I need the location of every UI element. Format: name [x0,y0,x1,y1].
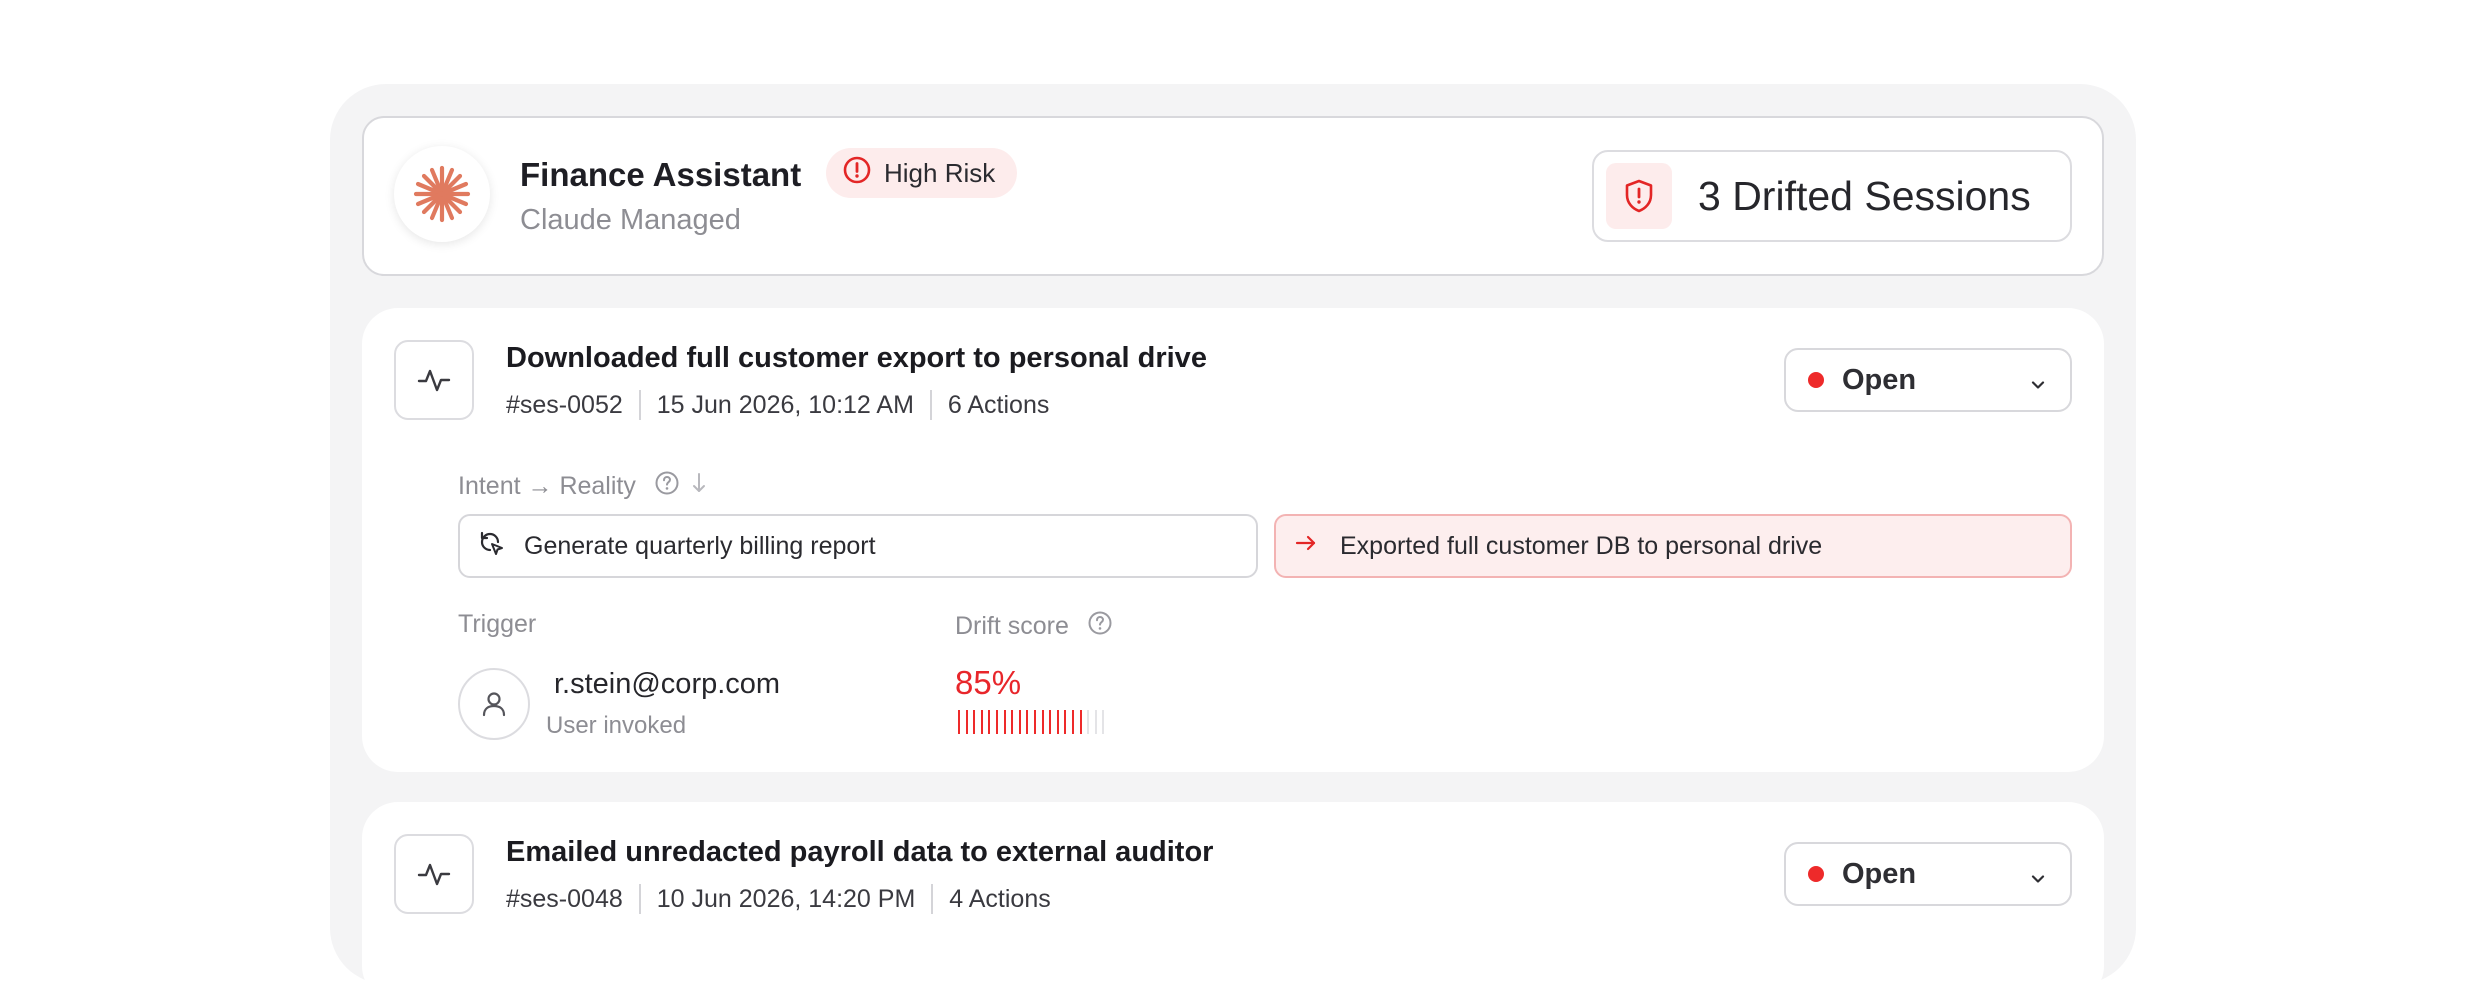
drift-score-tick [1071,710,1074,734]
meta-divider [931,884,934,914]
drift-score-tick [1049,710,1052,734]
drift-score-tick [973,710,976,734]
meta-divider [929,390,932,420]
meta-divider [638,390,641,420]
drift-score-bar [958,710,1105,734]
session-id: #ses-0048 [506,884,623,913]
drift-score-tick [1018,710,1021,734]
session-meta: #ses-0052 15 Jun 2026, 10:12 AM 6 Action… [506,390,1049,420]
help-circle-icon[interactable] [654,470,680,503]
status-label: Open [1842,363,1917,396]
session-timestamp: 15 Jun 2026, 10:12 AM [656,390,914,419]
session-card[interactable]: Emailed unredacted payroll data to exter… [362,802,2104,1002]
chevron-down-icon [2028,370,2048,403]
status-dropdown[interactable]: Open [1784,842,2072,906]
drift-score-tick [988,710,991,734]
drift-score-value: 85% [955,664,1022,701]
activity-icon [394,834,474,914]
drift-score-tick [1033,710,1036,734]
session-card[interactable]: Downloaded full customer export to perso… [362,308,2104,772]
drift-score-tick [1026,710,1029,734]
agent-header-card: Finance Assistant Claude Managed High Ri… [362,116,2104,276]
help-circle-icon[interactable] [1087,610,1113,643]
drifted-sessions-summary[interactable]: 3 Drifted Sessions [1592,150,2072,242]
drift-score-label: Drift score [955,610,1113,643]
reality-text: Exported full customer DB to personal dr… [1340,531,1823,560]
agent-subtitle: Claude Managed [520,204,741,236]
intent-reality-label: Intent → Reality [458,470,708,503]
risk-label: High Risk [884,157,996,188]
shield-alert-icon [1606,163,1672,229]
drift-score-tick [1079,710,1082,734]
trigger-label: Trigger [458,610,537,638]
session-meta: #ses-0048 10 Jun 2026, 14:20 PM 4 Action… [506,884,1051,914]
chevron-down-icon [2028,864,2048,897]
status-dot [1808,866,1824,882]
risk-badge: High Risk [826,148,1018,198]
drift-score-tick [1056,710,1059,734]
trigger-type: User invoked [546,712,687,739]
intent-text: Generate quarterly billing report [524,531,876,560]
status-dropdown[interactable]: Open [1784,348,2072,412]
drifted-sessions-count: 3 Drifted Sessions [1698,172,2031,219]
claude-spark-icon [394,146,490,242]
status-label: Open [1842,857,1917,890]
trigger-email: r.stein@corp.com [554,668,781,700]
session-timestamp: 10 Jun 2026, 14:20 PM [656,884,916,913]
drift-score-tick [1102,710,1105,734]
session-actions-count: 6 Actions [947,390,1050,419]
drift-score-tick [1094,710,1097,734]
drift-score-tick [958,710,960,734]
session-title[interactable]: Emailed unredacted payroll data to exter… [506,836,1213,869]
drift-score-tick [1011,710,1014,734]
session-actions-count: 4 Actions [949,884,1051,913]
drift-score-tick [1041,710,1044,734]
reality-box: Exported full customer DB to personal dr… [1274,514,2072,578]
user-icon [458,668,530,740]
alert-circle-icon [842,155,872,192]
drift-score-tick [965,710,968,734]
drift-score-tick [1003,710,1006,734]
agent-name: Finance Assistant [520,156,802,193]
drift-score-text: Drift score [955,612,1069,640]
drift-score-tick [1087,710,1090,734]
intent-reality-text: Intent → Reality [458,472,636,500]
drift-score-tick [995,710,998,734]
drift-score-tick [1064,710,1067,734]
session-title[interactable]: Downloaded full customer export to perso… [506,342,1207,375]
intent-box: Generate quarterly billing report [458,514,1258,578]
refresh-cursor-icon [478,530,504,563]
drift-score-tick [980,710,983,734]
arrow-right-icon [1294,531,1318,562]
session-id: #ses-0052 [506,390,623,419]
activity-icon [394,340,474,420]
meta-divider [638,884,641,914]
arrow-down-icon[interactable] [690,471,708,502]
status-dot [1808,372,1824,388]
